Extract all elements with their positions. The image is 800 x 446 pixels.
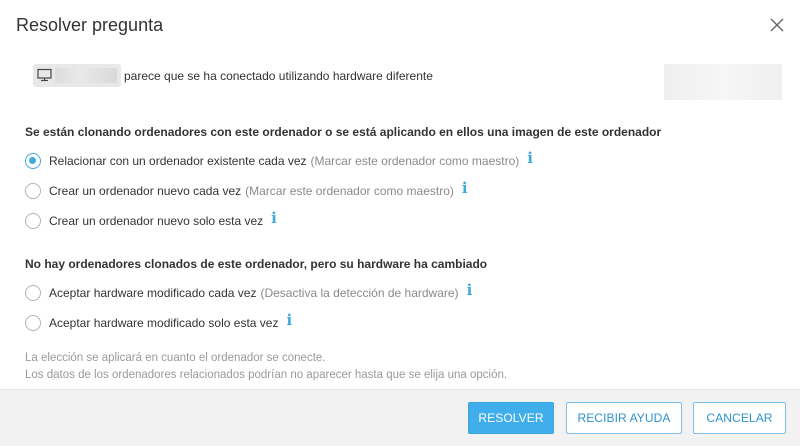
get-help-button[interactable]: RECIBIR AYUDA [566,402,682,434]
option-label: Crear un ordenador nuevo cada vez [49,184,242,198]
redacted-machine-name [55,68,117,83]
dialog-footer: RESOLVER RECIBIR AYUDA CANCELAR [0,389,800,446]
radio-button[interactable] [25,315,41,331]
machine-name-chip [33,64,121,87]
option-note: (Marcar este ordenador como maestro) [310,154,520,168]
radio-button[interactable] [25,213,41,229]
footnote-apply-on-connect: La elección se aplicará en cuanto el ord… [25,352,326,364]
cancel-button[interactable]: CANCELAR [693,402,786,434]
option-label: Aceptar hardware modificado cada vez [49,286,257,300]
radio-button[interactable] [25,183,41,199]
info-icon[interactable]: i [527,150,533,166]
close-button[interactable] [766,14,788,36]
radio-button-selected[interactable] [25,153,41,169]
radio-button[interactable] [25,285,41,301]
option-label: Aceptar hardware modificado solo esta ve… [49,316,279,330]
redacted-region [664,64,782,100]
info-icon[interactable]: i [286,312,292,328]
section-title-cloning: Se están clonando ordenadores con este o… [25,125,662,139]
close-icon [770,18,784,32]
option-label: Crear un ordenador nuevo solo esta vez [49,214,264,228]
option-note: (Desactiva la detección de hardware) [260,286,459,300]
section-title-hardware-changed: No hay ordenadores clonados de este orde… [25,257,488,271]
monitor-icon [37,68,52,82]
info-icon[interactable]: i [271,210,277,226]
dialog-title: Resolver pregunta [16,15,164,35]
info-icon[interactable]: i [467,282,473,298]
resolve-button[interactable]: RESOLVER [468,402,554,434]
banner-message: parece que se ha conectado utilizando ha… [124,69,433,83]
info-icon[interactable]: i [462,180,468,196]
resolve-question-dialog: Resolver pregunta parece que se ha conec… [0,0,800,446]
option-accept-hardware-once[interactable]: Aceptar hardware modificado solo esta ve… [25,312,292,332]
option-label: Relacionar con un ordenador existente ca… [49,154,307,168]
option-note: (Marcar este ordenador como maestro) [245,184,454,198]
option-link-existing-each-time[interactable]: Relacionar con un ordenador existente ca… [25,150,533,170]
option-create-new-each-time[interactable]: Crear un ordenador nuevo cada vez (Marca… [25,180,468,200]
option-create-new-once[interactable]: Crear un ordenador nuevo solo esta vez i [25,210,277,230]
option-accept-hardware-each-time[interactable]: Aceptar hardware modificado cada vez (De… [25,282,473,302]
footnote-data-may-not-appear: Los datos de los ordenadores relacionado… [25,369,508,381]
